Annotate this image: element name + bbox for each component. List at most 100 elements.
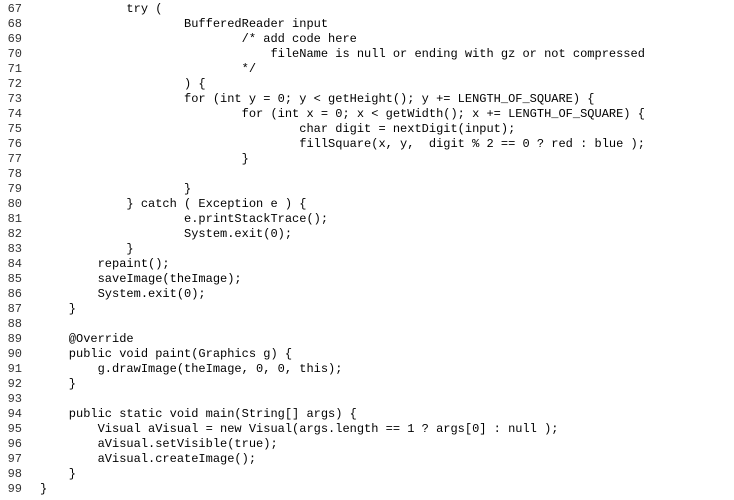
code-line: 69 /* add code here: [0, 32, 734, 47]
line-number: 77: [0, 152, 40, 167]
line-number: 99: [0, 482, 40, 497]
line-number: 70: [0, 47, 40, 62]
line-code: BufferedReader input: [40, 17, 734, 32]
line-code: } catch ( Exception e ) {: [40, 197, 734, 212]
line-code: }: [40, 482, 734, 497]
code-line: 76 fillSquare(x, y, digit % 2 == 0 ? red…: [0, 137, 734, 152]
line-code: */: [40, 62, 734, 77]
line-number: 89: [0, 332, 40, 347]
line-number: 98: [0, 467, 40, 482]
line-code: public static void main(String[] args) {: [40, 407, 734, 422]
line-number: 88: [0, 317, 40, 332]
code-line: 74 for (int x = 0; x < getWidth(); x += …: [0, 107, 734, 122]
line-code: }: [40, 182, 734, 197]
line-code: repaint();: [40, 257, 734, 272]
line-number: 76: [0, 137, 40, 152]
line-number: 74: [0, 107, 40, 122]
line-code: saveImage(theImage);: [40, 272, 734, 287]
line-number: 86: [0, 287, 40, 302]
line-number: 75: [0, 122, 40, 137]
line-number: 78: [0, 167, 40, 182]
code-line: 75 char digit = nextDigit(input);: [0, 122, 734, 137]
line-code: [40, 167, 734, 182]
line-code: }: [40, 467, 734, 482]
line-number: 73: [0, 92, 40, 107]
code-line: 77 }: [0, 152, 734, 167]
line-number: 83: [0, 242, 40, 257]
code-line: 87 }: [0, 302, 734, 317]
line-number: 81: [0, 212, 40, 227]
line-code: @Override: [40, 332, 734, 347]
line-number: 82: [0, 227, 40, 242]
code-line: 86 System.exit(0);: [0, 287, 734, 302]
line-code: [40, 392, 734, 407]
line-number: 96: [0, 437, 40, 452]
line-code: g.drawImage(theImage, 0, 0, this);: [40, 362, 734, 377]
code-line: 71 */: [0, 62, 734, 77]
line-number: 95: [0, 422, 40, 437]
code-line: 88: [0, 317, 734, 332]
line-number: 92: [0, 377, 40, 392]
line-code: for (int y = 0; y < getHeight(); y += LE…: [40, 92, 734, 107]
code-line: 72 ) {: [0, 77, 734, 92]
line-number: 71: [0, 62, 40, 77]
code-line: 83 }: [0, 242, 734, 257]
code-line: 92 }: [0, 377, 734, 392]
line-code: for (int x = 0; x < getWidth(); x += LEN…: [40, 107, 734, 122]
line-code: [40, 317, 734, 332]
line-code: Visual aVisual = new Visual(args.length …: [40, 422, 734, 437]
code-line: 99}: [0, 482, 734, 497]
code-line: 93: [0, 392, 734, 407]
line-number: 87: [0, 302, 40, 317]
code-line: 95 Visual aVisual = new Visual(args.leng…: [0, 422, 734, 437]
line-number: 84: [0, 257, 40, 272]
line-number: 91: [0, 362, 40, 377]
code-line: 85 saveImage(theImage);: [0, 272, 734, 287]
line-number: 97: [0, 452, 40, 467]
code-line: 70 fileName is null or ending with gz or…: [0, 47, 734, 62]
code-line: 91 g.drawImage(theImage, 0, 0, this);: [0, 362, 734, 377]
code-line: 94 public static void main(String[] args…: [0, 407, 734, 422]
code-line: 89 @Override: [0, 332, 734, 347]
line-code: }: [40, 242, 734, 257]
code-line: 97 aVisual.createImage();: [0, 452, 734, 467]
line-code: System.exit(0);: [40, 227, 734, 242]
line-code: char digit = nextDigit(input);: [40, 122, 734, 137]
line-number: 93: [0, 392, 40, 407]
line-code: }: [40, 377, 734, 392]
line-number: 85: [0, 272, 40, 287]
line-code: }: [40, 302, 734, 317]
code-line: 84 repaint();: [0, 257, 734, 272]
code-line: 68 BufferedReader input: [0, 17, 734, 32]
line-number: 94: [0, 407, 40, 422]
code-line: 78: [0, 167, 734, 182]
line-number: 90: [0, 347, 40, 362]
code-line: 67 try (: [0, 2, 734, 17]
line-code: ) {: [40, 77, 734, 92]
line-number: 79: [0, 182, 40, 197]
line-number: 72: [0, 77, 40, 92]
line-code: fillSquare(x, y, digit % 2 == 0 ? red : …: [40, 137, 734, 152]
line-number: 69: [0, 32, 40, 47]
line-number: 68: [0, 17, 40, 32]
code-line: 82 System.exit(0);: [0, 227, 734, 242]
line-code: aVisual.createImage();: [40, 452, 734, 467]
code-line: 80 } catch ( Exception e ) {: [0, 197, 734, 212]
code-line: 73 for (int y = 0; y < getHeight(); y +=…: [0, 92, 734, 107]
code-line: 79 }: [0, 182, 734, 197]
line-code: System.exit(0);: [40, 287, 734, 302]
code-line: 90 public void paint(Graphics g) {: [0, 347, 734, 362]
line-number: 80: [0, 197, 40, 212]
line-code: e.printStackTrace();: [40, 212, 734, 227]
line-code: public void paint(Graphics g) {: [40, 347, 734, 362]
line-code: try (: [40, 2, 734, 17]
line-code: aVisual.setVisible(true);: [40, 437, 734, 452]
line-number: 67: [0, 2, 40, 17]
code-block: 67 try (68 BufferedReader input69 /* add…: [0, 2, 734, 497]
code-line: 81 e.printStackTrace();: [0, 212, 734, 227]
code-line: 98 }: [0, 467, 734, 482]
line-code: }: [40, 152, 734, 167]
code-line: 96 aVisual.setVisible(true);: [0, 437, 734, 452]
line-code: fileName is null or ending with gz or no…: [40, 47, 734, 62]
line-code: /* add code here: [40, 32, 734, 47]
